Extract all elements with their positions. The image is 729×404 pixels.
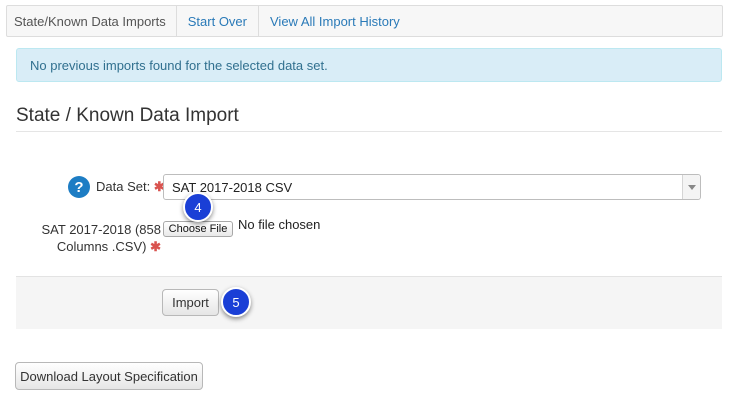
no-file-chosen-text: No file chosen bbox=[238, 217, 321, 232]
data-set-selected-value: SAT 2017-2018 CSV bbox=[172, 179, 293, 195]
choose-file-button[interactable]: Choose File bbox=[163, 221, 233, 237]
alert-message: No previous imports found for the select… bbox=[30, 57, 328, 73]
nav-brand[interactable]: State/Known Data Imports bbox=[7, 6, 176, 36]
data-set-select[interactable]: SAT 2017-2018 CSV bbox=[163, 174, 701, 200]
nav-link-import-history[interactable]: View All Import History bbox=[258, 6, 411, 36]
file-label-line1: SAT 2017-2018 (858 bbox=[41, 222, 162, 237]
file-upload-label: SAT 2017-2018 (858 Columns .CSV) ✱ bbox=[20, 221, 162, 255]
nav-link-start-over[interactable]: Start Over bbox=[175, 6, 258, 36]
top-nav-bar: State/Known Data Imports Start Over View… bbox=[6, 5, 723, 37]
import-button[interactable]: Import bbox=[162, 289, 219, 316]
section-title: State / Known Data Import bbox=[16, 105, 239, 126]
info-alert: No previous imports found for the select… bbox=[16, 48, 722, 82]
section-divider bbox=[16, 131, 722, 132]
question-circle-icon[interactable]: ? bbox=[68, 176, 90, 198]
step-badge-4: 4 bbox=[183, 192, 213, 222]
chevron-down-icon bbox=[687, 184, 696, 190]
required-asterisk-icon: ✱ bbox=[150, 239, 161, 254]
file-label-line2: Columns .CSV) bbox=[56, 239, 147, 254]
form-actions-well bbox=[16, 276, 722, 329]
data-set-label-text: Data Set: bbox=[96, 179, 151, 194]
download-layout-button[interactable]: Download Layout Specification bbox=[15, 362, 203, 390]
select-dropdown-toggle[interactable] bbox=[682, 175, 700, 199]
step-badge-5: 5 bbox=[221, 287, 251, 317]
data-set-label: Data Set: ✱ bbox=[96, 179, 165, 195]
